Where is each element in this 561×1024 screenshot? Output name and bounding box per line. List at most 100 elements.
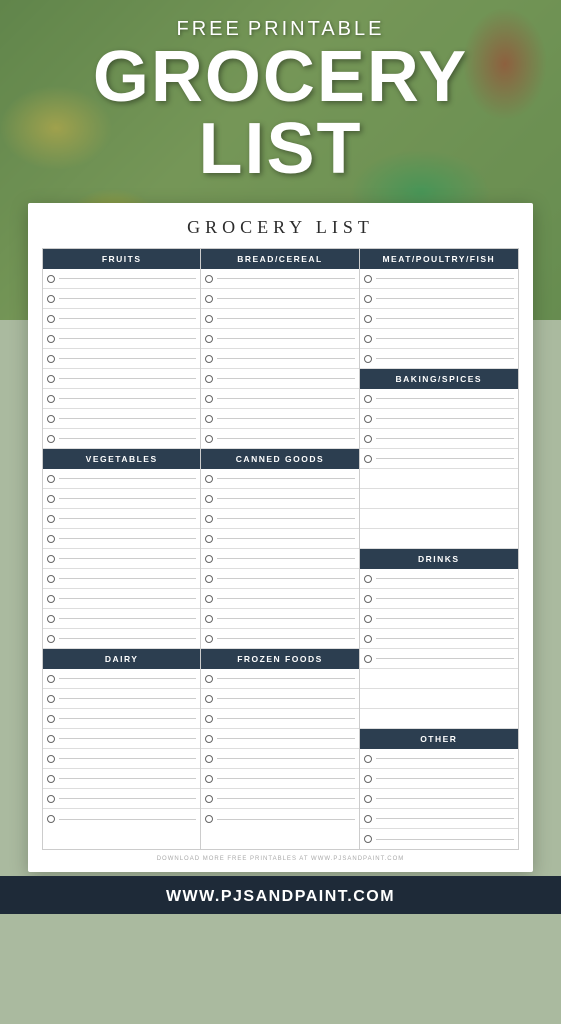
dairy-header: DAIRY xyxy=(43,649,200,669)
line xyxy=(376,778,514,779)
line xyxy=(59,398,196,399)
spacer-row-6 xyxy=(360,689,518,709)
drinks-row-3 xyxy=(360,609,518,629)
circle-icon xyxy=(205,715,213,723)
circle-icon xyxy=(205,775,213,783)
line xyxy=(217,478,354,479)
circle-icon xyxy=(205,355,213,363)
circle-icon xyxy=(205,795,213,803)
veg-row-5 xyxy=(43,549,200,569)
veg-row-2 xyxy=(43,489,200,509)
circle-icon xyxy=(47,815,55,823)
circle-icon xyxy=(205,495,213,503)
line xyxy=(376,578,514,579)
canned-row-8 xyxy=(201,609,358,629)
circle-icon xyxy=(47,775,55,783)
grocery-grid: FRUITS VEGETABLES DAIRY xyxy=(42,248,519,850)
line xyxy=(59,358,196,359)
bread-row-7 xyxy=(201,389,358,409)
circle-icon xyxy=(364,635,372,643)
circle-icon xyxy=(47,535,55,543)
circle-icon xyxy=(205,555,213,563)
baking-row-3 xyxy=(360,429,518,449)
circle-icon xyxy=(47,615,55,623)
circle-icon xyxy=(205,755,213,763)
circle-icon xyxy=(364,275,372,283)
drinks-header: DRINKS xyxy=(360,549,518,569)
line xyxy=(59,438,196,439)
line xyxy=(376,758,514,759)
line xyxy=(59,798,196,799)
dairy-row-8 xyxy=(43,809,200,829)
bread-header: BREAD/CEREAL xyxy=(201,249,358,269)
line xyxy=(59,418,196,419)
other-row-5 xyxy=(360,829,518,849)
circle-icon xyxy=(364,655,372,663)
canned-row-5 xyxy=(201,549,358,569)
spacer-row-3 xyxy=(360,509,518,529)
veg-row-7 xyxy=(43,589,200,609)
line xyxy=(217,278,354,279)
circle-icon xyxy=(47,335,55,343)
meat-row-4 xyxy=(360,329,518,349)
canned-row-7 xyxy=(201,589,358,609)
dairy-row-5 xyxy=(43,749,200,769)
dairy-row-2 xyxy=(43,689,200,709)
frozen-row-7 xyxy=(201,789,358,809)
spacer-row-2 xyxy=(360,489,518,509)
circle-icon xyxy=(205,535,213,543)
col-3: MEAT/POULTRY/FISH BAKING/SPICES DRINKS xyxy=(360,249,518,849)
circle-icon xyxy=(364,575,372,583)
bread-row-3 xyxy=(201,309,358,329)
veg-row-3 xyxy=(43,509,200,529)
other-row-1 xyxy=(360,749,518,769)
baking-row-2 xyxy=(360,409,518,429)
circle-icon xyxy=(47,675,55,683)
line xyxy=(376,358,514,359)
bread-row-2 xyxy=(201,289,358,309)
header-list-label: LIST xyxy=(20,113,541,185)
circle-icon xyxy=(47,495,55,503)
line xyxy=(59,598,196,599)
line xyxy=(59,518,196,519)
canned-row-3 xyxy=(201,509,358,529)
circle-icon xyxy=(47,735,55,743)
line xyxy=(217,498,354,499)
line xyxy=(217,318,354,319)
circle-icon xyxy=(364,355,372,363)
spacer-row-5 xyxy=(360,669,518,689)
header-grocery-label: GROCERY xyxy=(20,41,541,113)
circle-icon xyxy=(364,415,372,423)
dairy-row-6 xyxy=(43,769,200,789)
circle-icon xyxy=(47,475,55,483)
header: FREE PRINTABLE GROCERY LIST xyxy=(0,0,561,195)
circle-icon xyxy=(205,575,213,583)
line xyxy=(59,638,196,639)
circle-icon xyxy=(364,795,372,803)
line xyxy=(59,738,196,739)
circle-icon xyxy=(47,415,55,423)
line xyxy=(59,758,196,759)
circle-icon xyxy=(47,375,55,383)
meat-row-3 xyxy=(360,309,518,329)
line xyxy=(217,638,354,639)
veg-row-4 xyxy=(43,529,200,549)
line xyxy=(59,378,196,379)
line xyxy=(376,638,514,639)
line xyxy=(217,338,354,339)
bread-row-6 xyxy=(201,369,358,389)
line xyxy=(217,438,354,439)
circle-icon xyxy=(47,555,55,563)
spacer-row-4 xyxy=(360,529,518,549)
fruits-row-5 xyxy=(43,349,200,369)
line xyxy=(59,498,196,499)
col-1: FRUITS VEGETABLES DAIRY xyxy=(43,249,201,849)
line xyxy=(217,698,354,699)
line xyxy=(217,378,354,379)
line xyxy=(59,678,196,679)
circle-icon xyxy=(47,595,55,603)
circle-icon xyxy=(47,515,55,523)
line xyxy=(217,758,354,759)
line xyxy=(217,578,354,579)
circle-icon xyxy=(364,315,372,323)
